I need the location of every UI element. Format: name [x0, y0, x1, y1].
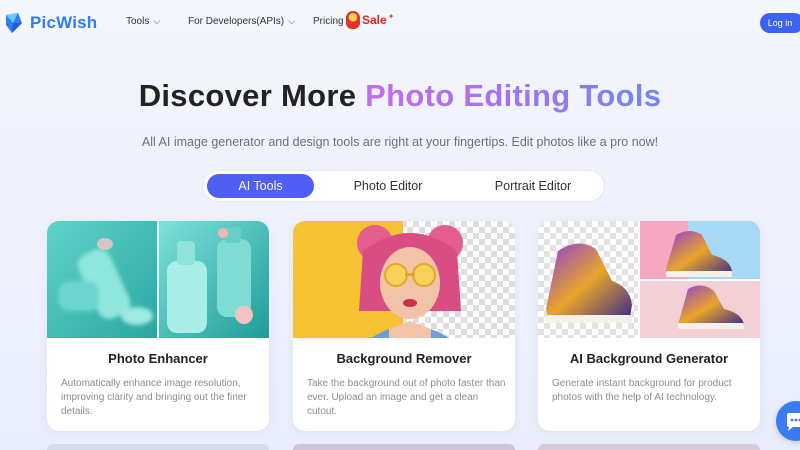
- tab-portrait-editor[interactable]: Portrait Editor: [473, 174, 593, 198]
- picwish-logo-icon: [6, 13, 22, 33]
- picwish-logo[interactable]: PicWish: [4, 11, 97, 35]
- chevron-down-icon: ⌵: [288, 16, 295, 26]
- nav-developers-label: For Developers(APIs): [188, 16, 285, 27]
- photo-enhancer-image: [47, 221, 269, 338]
- next-card-edge: [538, 444, 760, 450]
- chevron-down-icon: ⌵: [153, 16, 161, 26]
- nav-developers-menu[interactable]: For Developers(APIs) ⌵: [188, 16, 295, 27]
- card-description: Generate instant background for product …: [552, 378, 732, 403]
- card-title: Photo Enhancer: [108, 351, 208, 366]
- page-title: Discover More Photo Editing Tools: [0, 78, 800, 114]
- bottles-before-after-image: [47, 221, 269, 338]
- card-description: Take the background out of photo faster …: [307, 378, 506, 417]
- nav-pricing-label: Pricing: [313, 16, 344, 27]
- nav-tools-label: Tools: [126, 16, 150, 27]
- sparkle-icon: ✦: [387, 11, 395, 21]
- next-card-edge: [47, 444, 269, 450]
- next-card-edge: [293, 444, 515, 450]
- sneaker-backgrounds-image: [538, 221, 760, 338]
- chat-support-button[interactable]: [776, 401, 800, 441]
- card-title: AI Background Generator: [569, 351, 729, 366]
- top-nav-bar: PicWish Tools ⌵ For Developers(APIs) ⌵ P…: [0, 0, 800, 45]
- tool-card-ai-background-generator[interactable]: AI Background Generator Generate instant…: [538, 221, 760, 431]
- sale-label: Sale: [362, 13, 387, 27]
- tab-photo-editor[interactable]: Photo Editor: [333, 174, 443, 198]
- portrait-cutout-image: [293, 221, 515, 338]
- sale-badge[interactable]: Sale ✦: [346, 11, 394, 29]
- login-button[interactable]: Log in: [760, 13, 800, 33]
- tool-card-background-remover[interactable]: Background Remover Take the background o…: [293, 221, 515, 431]
- title-plain: Discover More: [138, 78, 366, 113]
- background-remover-image: [293, 221, 515, 338]
- chat-icon: [787, 413, 800, 431]
- ai-background-generator-image: [538, 221, 760, 338]
- tool-category-tabs: AI Tools Photo Editor Portrait Editor: [202, 170, 605, 202]
- card-title: Background Remover: [336, 351, 472, 366]
- lantern-icon: [346, 11, 360, 29]
- nav-pricing-link[interactable]: Pricing: [313, 16, 344, 27]
- tab-ai-tools[interactable]: AI Tools: [207, 174, 314, 198]
- page-subtitle: All AI image generator and design tools …: [141, 135, 659, 149]
- tool-card-photo-enhancer[interactable]: Photo Enhancer Automatically enhance ima…: [47, 221, 269, 431]
- title-highlight: Photo Editing Tools: [365, 78, 662, 113]
- nav-tools-menu[interactable]: Tools ⌵: [126, 16, 160, 27]
- logo-text: PicWish: [30, 13, 98, 32]
- card-description: Automatically enhance image resolution, …: [61, 378, 247, 417]
